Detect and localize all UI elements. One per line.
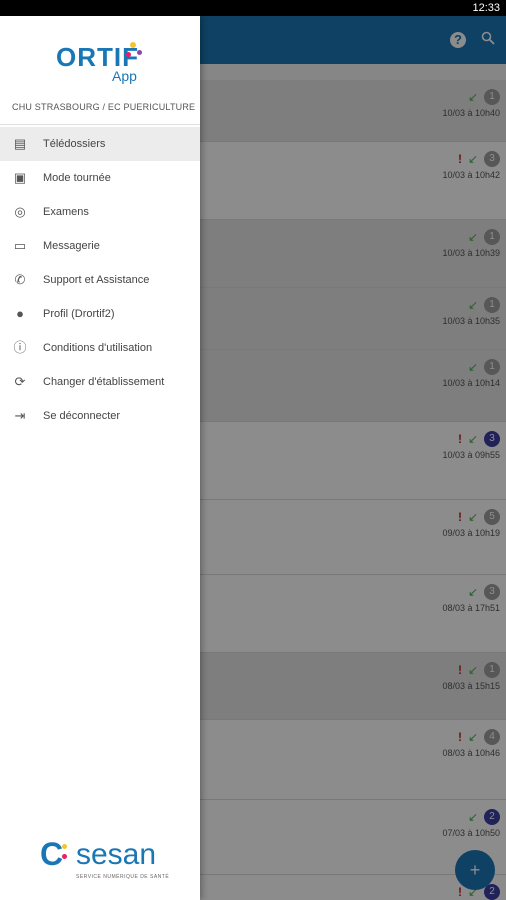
info-icon: ⓘ xyxy=(13,340,27,355)
menu-item-profil[interactable]: ● Profil (Drortif2) xyxy=(0,297,200,331)
menu-item-teledossiers[interactable]: ▤ Télédossiers xyxy=(0,127,200,161)
account-icon: ● xyxy=(16,306,24,321)
ortif-logo: ORTIF App xyxy=(0,28,200,98)
logo-dot xyxy=(62,854,67,859)
menu-item-changer-etablissement[interactable]: ⟳ Changer d'établissement xyxy=(0,365,200,399)
menu-item-messagerie[interactable]: ▭ Messagerie xyxy=(0,229,200,263)
sesan-logo-text: sesan xyxy=(76,838,157,871)
menu-item-support[interactable]: ✆ Support et Assistance xyxy=(0,263,200,297)
logo-sub-text: App xyxy=(112,68,137,84)
menu-item-label: Télédossiers xyxy=(43,138,106,150)
status-bar: 12:33 xyxy=(0,0,506,16)
photo-library-icon: ▣ xyxy=(13,170,27,185)
divider xyxy=(0,124,200,125)
menu-item-label: Conditions d'utilisation xyxy=(43,342,153,354)
logout-icon: ⇥ xyxy=(14,408,26,423)
logo-dot xyxy=(130,42,136,48)
drawer-menu: ▤ Télédossiers ▣ Mode tournée ◎ Examens … xyxy=(0,127,200,433)
menu-item-examens[interactable]: ◎ Examens xyxy=(0,195,200,229)
fingerprint-icon: ◎ xyxy=(14,204,26,219)
status-time: 12:33 xyxy=(472,2,500,14)
menu-item-label: Se déconnecter xyxy=(43,410,121,422)
logo-dot xyxy=(62,844,67,849)
sesan-logo-subtitle: SERVICE NUMÉRIQUE DE SANTÉ xyxy=(76,874,170,880)
menu-item-deconnecter[interactable]: ⇥ Se déconnecter xyxy=(0,399,200,433)
sync-icon: ⟳ xyxy=(14,374,26,389)
menu-item-label: Examens xyxy=(43,206,89,218)
establishment-label: CHU STRASBOURG / EC PUERICULTURE xyxy=(12,102,196,112)
sesan-logo-c: C xyxy=(40,836,64,872)
navigation-drawer: ORTIF App CHU STRASBOURG / EC PUERICULTU… xyxy=(0,16,200,900)
clipboard-icon: ▤ xyxy=(13,136,27,151)
chat-icon: ▭ xyxy=(13,238,27,253)
sesan-logo: C sesan SERVICE NUMÉRIQUE DE SANTÉ xyxy=(40,834,170,884)
logo-dot xyxy=(137,50,142,55)
menu-item-conditions[interactable]: ⓘ Conditions d'utilisation xyxy=(0,331,200,365)
menu-item-label: Messagerie xyxy=(43,240,100,252)
menu-item-label: Mode tournée xyxy=(43,172,111,184)
menu-item-label: Changer d'établissement xyxy=(43,376,165,388)
phone-icon: ✆ xyxy=(14,272,26,287)
menu-item-mode-tournee[interactable]: ▣ Mode tournée xyxy=(0,161,200,195)
menu-item-label: Support et Assistance xyxy=(43,274,150,286)
logo-dot xyxy=(126,52,131,57)
menu-item-label: Profil (Drortif2) xyxy=(43,308,115,320)
